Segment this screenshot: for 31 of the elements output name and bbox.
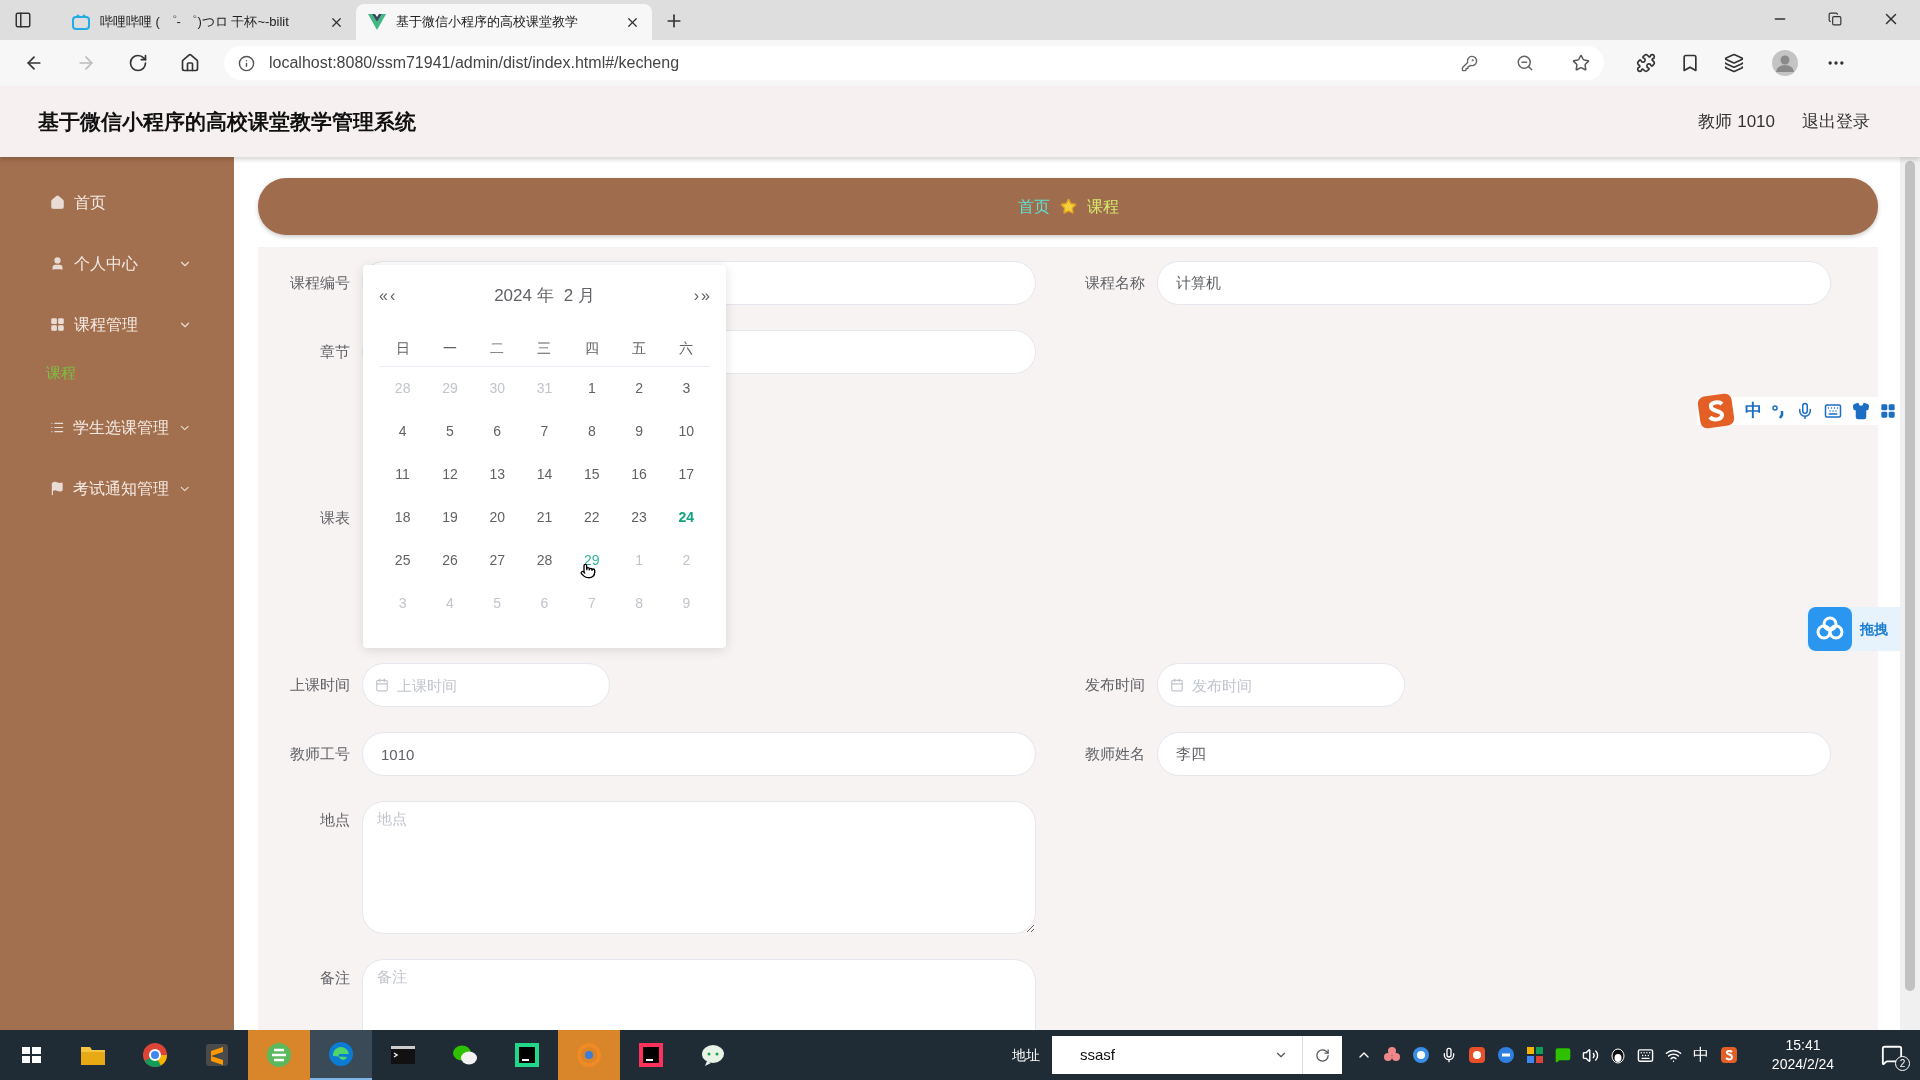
- weekday-label: 六: [678, 339, 695, 358]
- field-label: 课程名称: [1084, 272, 1146, 293]
- field-label: 发布时间: [1084, 674, 1146, 695]
- menu-label: 考试通知管理: [73, 478, 170, 499]
- breadcrumb-current: 课程: [1086, 196, 1119, 217]
- netdisk-label: 拖拽: [1860, 619, 1888, 639]
- weekday-label: 四: [583, 339, 600, 358]
- notification-count: 2: [1895, 1056, 1910, 1071]
- weekday-label: 日: [394, 339, 411, 358]
- menu-label: 首页: [74, 192, 107, 213]
- field-label: 备注: [319, 968, 351, 988]
- weekday-label: 一: [441, 339, 458, 358]
- menu-label: 课程管理: [74, 314, 139, 335]
- weekday-label: 五: [631, 339, 648, 358]
- field-label: 章节: [319, 341, 351, 362]
- user-label: 教师 1010: [1698, 110, 1775, 133]
- url-text: localhost:8080/ssm71941/admin/dist/index.html#/kecheng: [269, 53, 681, 73]
- address-toolbar-label: 地址: [1012, 1045, 1040, 1065]
- field-label: 课表: [319, 508, 351, 529]
- weekday-label: 三: [536, 339, 553, 358]
- tab-title: 基于微信小程序的高校课堂教学: [396, 13, 579, 32]
- tab-title: 哔哩哔哩 ( ゜- ゜)つロ 干杯~-bilit: [100, 13, 290, 32]
- field-label: 教师姓名: [1084, 743, 1146, 764]
- field-label: 地点: [319, 810, 351, 830]
- menu-label: 学生选课管理: [73, 417, 170, 438]
- app-title: 基于微信小程序的高校课堂教学管理系统: [38, 108, 416, 135]
- field-label: 教师工号: [289, 743, 351, 764]
- field-label: 课程编号: [289, 272, 351, 293]
- menu-label: 个人中心: [74, 253, 139, 274]
- field-label: 上课时间: [289, 674, 351, 695]
- weekday-label: 二: [489, 339, 506, 358]
